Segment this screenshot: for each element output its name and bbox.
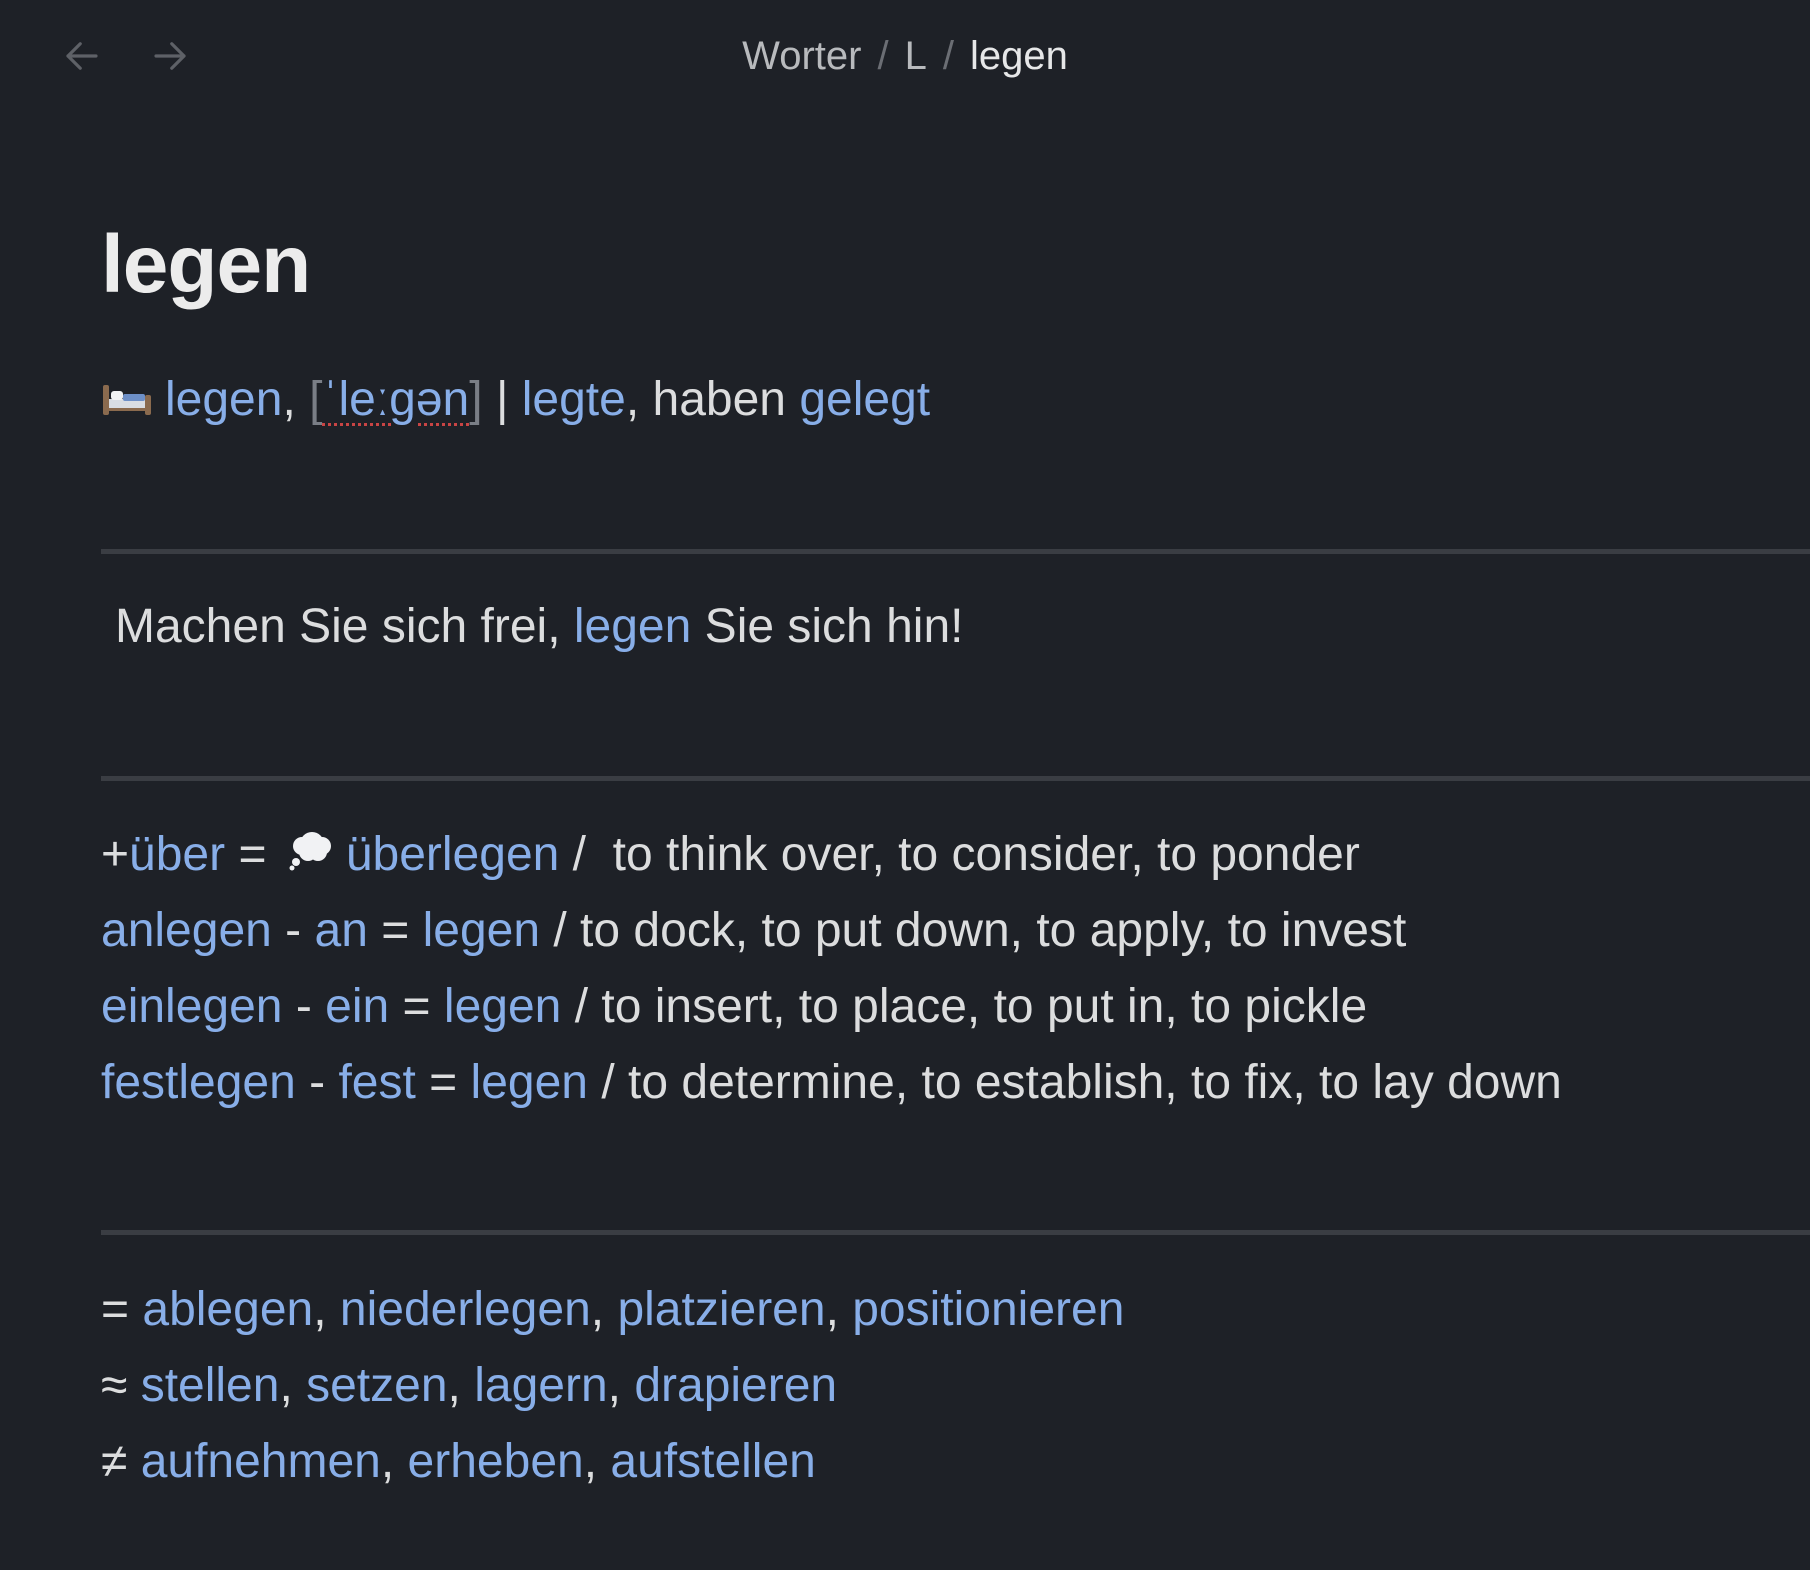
comma: , [282,373,296,426]
relation-word-link[interactable]: ablegen [142,1283,313,1336]
ipa-close-bracket: ] [469,373,483,426]
compound-link[interactable]: legen [444,980,561,1033]
compound-text: = [415,1056,471,1109]
compound-text: - [282,980,326,1033]
divider [101,1230,1810,1235]
relation-word-link[interactable]: erheben [408,1435,584,1488]
compound-link[interactable]: an [315,904,368,957]
compound-row: festlegen - fest = legen / to determine,… [101,1045,1562,1121]
comma: , [583,1435,611,1488]
breadcrumb-separator: / [877,34,889,78]
compound-text: - [295,1056,339,1109]
compound-text: / to dock, to put down, to apply, to inv… [540,904,1407,957]
compound-text: / to insert, to place, to put in, to pic… [561,980,1368,1033]
relation-word-link[interactable]: aufnehmen [141,1435,381,1488]
compound-text: = [367,904,423,957]
relation-symbol: ≠ [101,1435,128,1488]
breadcrumb: Worter / L / legen [0,32,1810,80]
top-bar: Worter / L / legen [0,0,1810,115]
breadcrumb-separator: / [942,34,954,78]
preterite-link[interactable]: legte [522,373,626,426]
relation-row: ≠ aufnehmen, erheben, aufstellen [101,1424,1124,1500]
compound-text: + [101,828,130,881]
comma: , [825,1283,853,1336]
compound-text: / to determine, to establish, to fix, to… [588,1056,1562,1109]
compound-row: +über = überlegen / to think over, to co… [101,817,1562,893]
comma: , [590,1283,618,1336]
relation-word-link[interactable]: positionieren [852,1283,1124,1336]
bed-icon [103,385,151,415]
relation-row: = ablegen, niederlegen, platzieren, posi… [101,1272,1124,1348]
page-title: legen [101,219,311,310]
breadcrumb-item-current: legen [969,34,1068,78]
thought-bubble-icon [289,832,331,871]
participle-link[interactable]: gelegt [799,373,930,426]
example-sentence: Machen Sie sich frei, legen Sie sich hin… [115,589,963,665]
compound-text: / to think over, to consider, to ponder [559,828,1360,881]
relations-list: = ablegen, niederlegen, platzieren, posi… [101,1272,1124,1500]
compound-link[interactable]: legen [471,1056,588,1109]
relation-row: ≈ stellen, setzen, lagern, drapieren [101,1348,1124,1424]
comma: , [279,1359,307,1412]
divider [101,776,1810,781]
compound-link[interactable]: einlegen [101,980,283,1033]
page-title-block: legen [101,215,311,315]
compound-row: einlegen - ein = legen / to insert, to p… [101,969,1562,1045]
example-link[interactable]: legen [574,600,691,653]
relation-word-link[interactable]: drapieren [634,1359,837,1412]
comma: , [313,1283,340,1336]
compound-link[interactable]: festlegen [101,1056,296,1109]
relation-symbol: ≈ [101,1359,128,1412]
pipe-separator: | [495,373,509,426]
word-link[interactable]: legen [165,373,282,426]
relation-word-link[interactable]: stellen [141,1359,280,1412]
relation-word-link[interactable]: niederlegen [340,1283,591,1336]
compound-link[interactable]: über [129,828,225,881]
compounds-list: +über = überlegen / to think over, to co… [101,817,1562,1121]
compound-text: = [389,980,444,1033]
compound-link[interactable]: anlegen [101,904,272,957]
divider [101,549,1810,554]
relation-symbol: = [101,1283,130,1336]
compound-link[interactable]: legen [423,904,540,957]
compound-link[interactable]: überlegen [346,828,560,881]
breadcrumb-item-l[interactable]: L [905,34,927,78]
relation-word-link[interactable]: aufstellen [610,1435,815,1488]
relation-word-link[interactable]: lagern [474,1359,607,1412]
example-text-after: Sie sich hin! [704,600,964,653]
compound-row: anlegen - an = legen / to dock, to put d… [101,893,1562,969]
compound-text: - [271,904,315,957]
compound-text: = [225,828,280,881]
compound-link[interactable]: ein [325,980,389,1033]
breadcrumb-item-worter[interactable]: Worter [742,34,861,78]
compound-link[interactable]: fest [338,1056,415,1109]
example-text-before: Machen Sie sich frei, [115,600,561,653]
relation-word-link[interactable]: platzieren [617,1283,825,1336]
ipa-open-bracket: [ [309,373,323,426]
ipa-transcription[interactable]: ˈleːɡən [322,373,469,426]
auxiliary-text: , haben [625,373,786,426]
comma: , [447,1359,475,1412]
comma: , [607,1359,635,1412]
word-header-line: legen, [ˈleːɡən] | legte, haben gelegt [101,362,930,438]
relation-word-link[interactable]: setzen [306,1359,447,1412]
comma: , [380,1435,408,1488]
